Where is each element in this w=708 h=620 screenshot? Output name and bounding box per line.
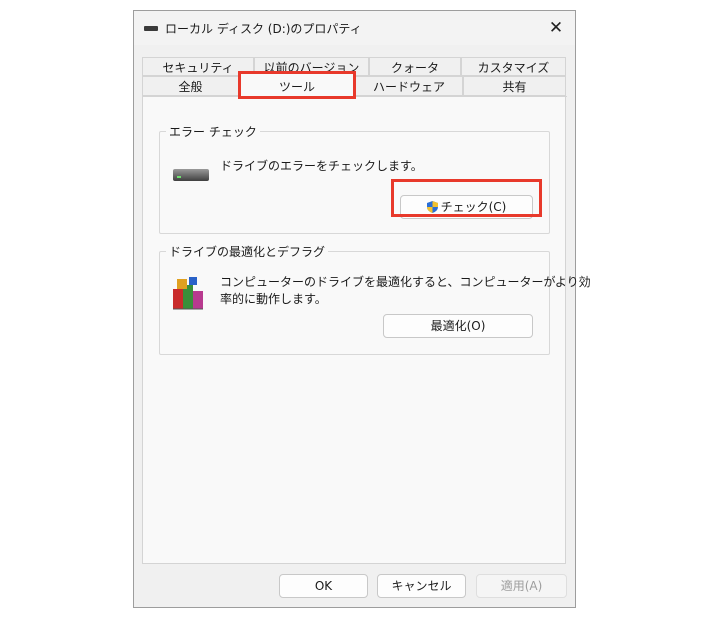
tab-quota[interactable]: クォータ bbox=[369, 57, 461, 76]
optimize-description-line1: コンピューターのドライブを最適化すると、コンピューターがより効 bbox=[220, 275, 591, 289]
check-button[interactable]: チェック(C) bbox=[400, 195, 533, 219]
check-button-label: チェック(C) bbox=[440, 200, 507, 214]
drive-icon bbox=[144, 26, 158, 31]
uac-shield-icon bbox=[426, 201, 438, 213]
defrag-icon bbox=[173, 277, 203, 310]
hard-drive-icon bbox=[173, 169, 209, 181]
window-title: ローカル ディスク (D:)のプロパティ bbox=[165, 22, 362, 36]
tab-sharing[interactable]: 共有 bbox=[463, 76, 566, 96]
title-bar: ローカル ディスク (D:)のプロパティ ✕ bbox=[134, 11, 575, 45]
tab-tools[interactable]: ツール bbox=[238, 71, 356, 99]
error-check-label: エラー チェック bbox=[166, 123, 260, 140]
ok-button[interactable]: OK bbox=[279, 574, 368, 598]
close-button[interactable]: ✕ bbox=[543, 15, 569, 41]
tab-customize[interactable]: カスタマイズ bbox=[461, 57, 566, 76]
tab-hardware[interactable]: ハードウェア bbox=[355, 76, 463, 96]
optimize-group: ドライブの最適化とデフラグ コンピューターのドライブを最適化すると、コンピュータ… bbox=[159, 243, 591, 355]
error-check-group: エラー チェック ドライブのエラーをチェックします。 チェック(C) bbox=[159, 123, 550, 234]
optimize-description-line2: 率的に動作します。 bbox=[220, 292, 327, 306]
apply-button[interactable]: 適用(A) bbox=[476, 574, 567, 598]
properties-dialog: ローカル ディスク (D:)のプロパティ ✕ セキュリティ 以前のバージョン ク… bbox=[133, 10, 591, 608]
cancel-button[interactable]: キャンセル bbox=[377, 574, 466, 598]
optimize-button[interactable]: 最適化(O) bbox=[383, 314, 533, 338]
optimize-label: ドライブの最適化とデフラグ bbox=[166, 243, 329, 260]
tools-panel: エラー チェック ドライブのエラーをチェックします。 チェック(C) ドライブの… bbox=[142, 97, 591, 564]
tab-general[interactable]: 全般 bbox=[142, 76, 239, 96]
error-check-description: ドライブのエラーをチェックします。 bbox=[220, 159, 423, 173]
